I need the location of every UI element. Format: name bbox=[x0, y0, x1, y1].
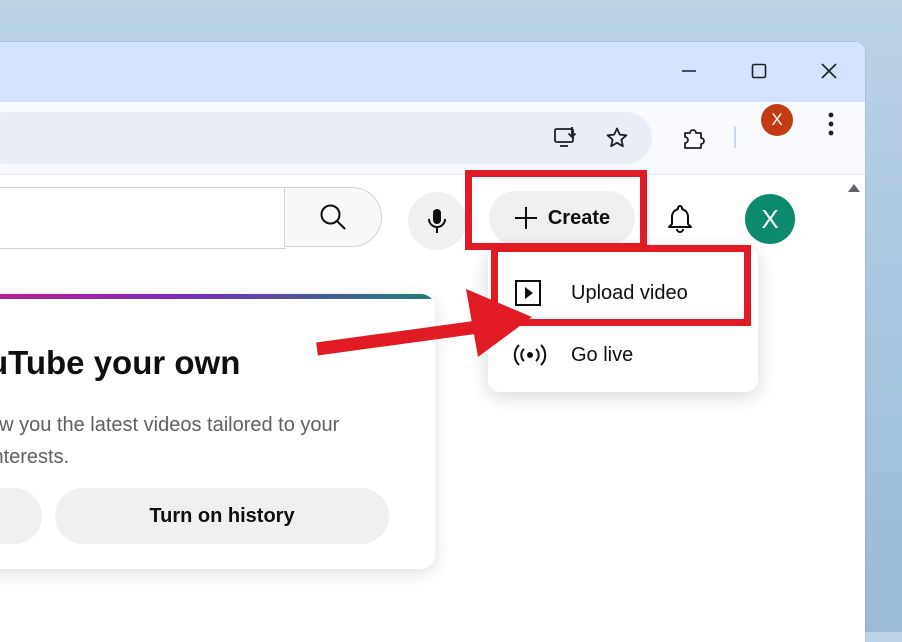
annotation-arrow bbox=[316, 289, 532, 357]
arrow-head bbox=[466, 289, 532, 357]
arrow-shaft bbox=[316, 320, 479, 356]
